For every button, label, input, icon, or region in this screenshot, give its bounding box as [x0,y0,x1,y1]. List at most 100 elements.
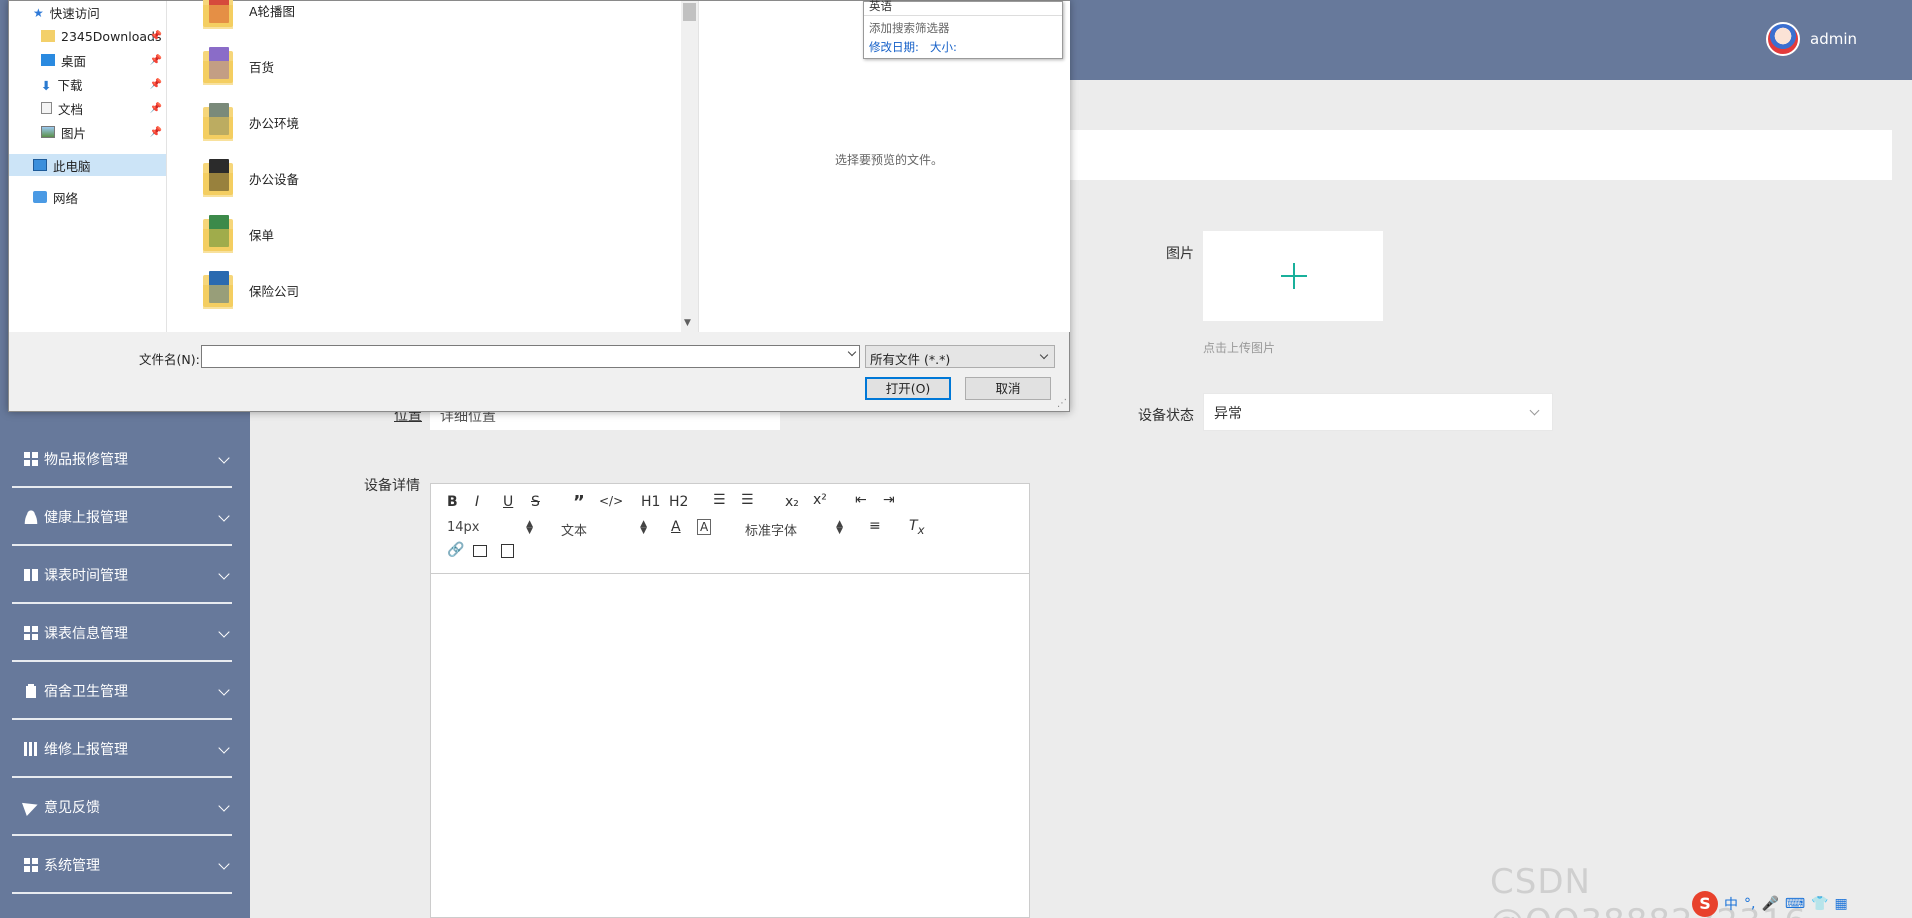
folder-icon [203,159,235,197]
ime-mode[interactable]: 中 [1724,894,1738,914]
subscript-icon[interactable]: x₂ [785,494,799,510]
list-item[interactable]: 保险公司 [203,267,563,313]
chevron-down-icon [218,626,230,638]
resize-grip-icon[interactable]: ⋰ [1057,398,1067,409]
quote-icon[interactable]: ” [573,492,585,513]
image-upload[interactable] [1203,231,1383,321]
punctuation-icon[interactable]: °, [1744,896,1755,912]
star-icon: ★ [33,6,44,20]
file-list: A轮播图 百货 办公环境 办公设备 保单 保险公司 [166,0,681,332]
nav-pictures[interactable]: 图片 📌 [9,121,166,143]
sidebar-item-maintenance[interactable]: 维修上报管理 [0,720,250,778]
list-item[interactable]: 保单 [203,211,563,257]
scroll-thumb[interactable] [683,3,696,21]
sidebar-item-label: 意见反馈 [44,800,100,816]
list-item[interactable]: 办公环境 [203,99,563,145]
filter-size[interactable]: 大小: [930,39,957,55]
chevron-down-icon [218,742,230,754]
strike-button[interactable]: S [531,494,540,510]
computer-icon [33,159,47,171]
sidebar-item-system[interactable]: 系统管理 [0,836,250,894]
nav-quick-access[interactable]: ★ 快速访问 [9,1,166,23]
keyboard-icon[interactable]: ⌨ [1785,896,1805,912]
font-size-select[interactable]: 14px ▲ ▼ [447,520,533,536]
rich-text-editor[interactable]: B I U S ” </> H1 H2 ☰ ☰ x₂ x² ⇤ ⇥ 14px ▲… [430,483,1030,918]
avatar[interactable] [1766,22,1800,56]
clipboard-icon [24,684,38,698]
chevron-down-icon[interactable] [847,347,857,357]
nav-2345downloads[interactable]: 2345Downloads 📌 [9,25,166,47]
cancel-button[interactable]: 取消 [965,377,1051,400]
preview-message: 选择要预览的文件。 [835,153,944,167]
status-label: 设备状态 [1138,408,1194,424]
background-color-icon[interactable]: A [697,519,712,535]
indent-icon[interactable]: ⇥ [883,492,895,508]
sidebar-item-dorm-hygiene[interactable]: 宿舍卫生管理 [0,662,250,720]
chevron-down-icon[interactable]: ▼ [684,318,691,328]
list-item[interactable]: 百货 [203,43,563,89]
filter-modified-date[interactable]: 修改日期: [869,39,919,55]
bullet-list-icon[interactable]: ☰ [741,492,754,508]
add-filter-label: 添加搜索筛选器 [869,21,950,35]
status-select[interactable]: 异常 [1203,393,1553,431]
list-item[interactable]: A轮播图 [203,0,563,33]
toolbox-icon[interactable]: ▦ [1835,896,1848,912]
sidebar-item-health[interactable]: 健康上报管理 [0,488,250,546]
pin-icon: 📌 [149,126,162,138]
font-family-select[interactable]: 标准字体 ▲ ▼ [745,519,843,540]
list-item[interactable]: 办公设备 [203,155,563,201]
desktop-icon [41,54,55,66]
filename-input[interactable] [201,345,860,368]
code-icon[interactable]: </> [599,494,623,508]
sidebar-item-label: 宿舍卫生管理 [44,684,128,700]
updown-icon: ▲ ▼ [836,519,843,536]
italic-button[interactable]: I [475,494,479,510]
bold-button[interactable]: B [447,494,458,510]
open-button[interactable]: 打开(O) [865,377,951,400]
align-icon[interactable]: ≡ [869,518,881,534]
sidebar-item-schedule-time[interactable]: 课表时间管理 [0,546,250,604]
file-list-scrollbar[interactable]: ▼ [681,1,698,332]
microphone-icon[interactable]: 🎤 [1761,896,1778,912]
skin-icon[interactable]: 👕 [1811,896,1828,912]
chevron-down-icon [218,858,230,870]
video-icon[interactable] [501,544,514,558]
ordered-list-icon[interactable]: ☰ [713,492,726,508]
underline-button[interactable]: U [503,494,513,510]
upload-tip: 点击上传图片 [1203,341,1276,355]
chevron-down-icon [218,452,230,464]
grid-icon [24,626,38,640]
username: admin [1810,30,1857,48]
folder-icon [203,0,235,29]
outdent-icon[interactable]: ⇤ [855,492,867,508]
sidebar-item-label: 物品报修管理 [44,452,128,468]
nav-documents[interactable]: 文档 📌 [9,97,166,119]
text-type-select[interactable]: 文本 ▲ ▼ [561,520,647,540]
table-icon [24,742,38,756]
sogou-icon[interactable]: S [1692,891,1718,917]
nav-desktop[interactable]: 桌面 📌 [9,49,166,71]
sidebar-item-feedback[interactable]: 意见反馈 [0,778,250,836]
font-color-icon[interactable]: A [671,519,681,535]
sidebar-item-schedule-info[interactable]: 课表信息管理 [0,604,250,662]
heading1-button[interactable]: H1 [641,494,660,510]
sidebar-item-label: 维修上报管理 [44,742,128,758]
pin-icon: 📌 [149,78,162,90]
sidebar-item-repair[interactable]: 物品报修管理 [0,430,250,488]
chevron-down-icon [218,510,230,522]
nav-this-pc[interactable]: 此电脑 [9,154,166,176]
user-menu[interactable]: admin [1766,22,1857,56]
search-suggestion-header[interactable]: 英语 [864,0,1062,16]
font-size-value: 14px [447,520,480,535]
search-panel [1050,130,1892,180]
nav-downloads[interactable]: ⬇ 下载 📌 [9,73,166,95]
chevron-down-icon [1039,350,1049,360]
heading2-button[interactable]: H2 [669,494,688,510]
superscript-icon[interactable]: x² [813,492,827,508]
filetype-select[interactable]: 所有文件 (*.*) [865,345,1055,368]
nav-network[interactable]: 网络 [9,186,166,208]
link-icon[interactable]: 🔗 [447,542,464,558]
paper-plane-icon [22,798,40,816]
clear-format-icon[interactable]: Tx [909,518,924,537]
image-icon[interactable] [473,545,487,557]
